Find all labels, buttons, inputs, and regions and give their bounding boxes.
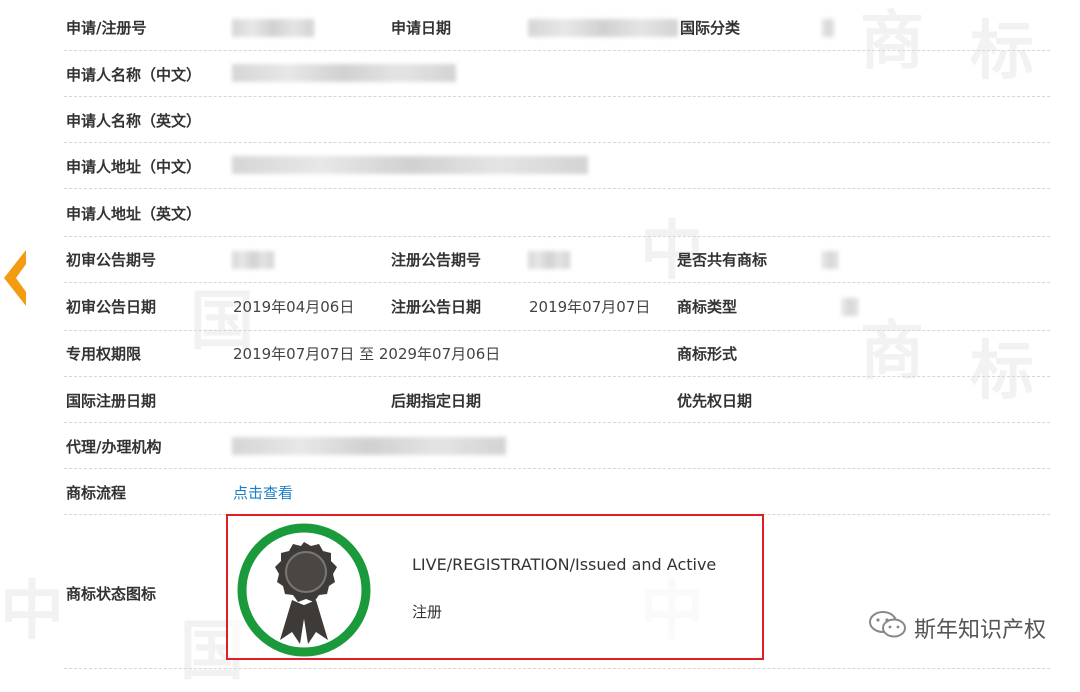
detail-row <box>64 468 1050 515</box>
status-highlight-box: LIVE/REGISTRATION/Issued and Active 注册 <box>226 514 764 660</box>
detail-row <box>64 0 1050 51</box>
watermark-glyph: 中 <box>0 575 64 649</box>
detail-row <box>64 96 1050 143</box>
detail-row <box>64 236 1050 283</box>
status-english: LIVE/REGISTRATION/Issued and Active <box>412 555 717 574</box>
registered-badge-icon <box>236 522 372 658</box>
wechat-icon <box>868 610 908 646</box>
detail-row <box>64 188 1050 237</box>
status-chinese: 注册 <box>412 603 443 621</box>
wechat-account-name: 斯年知识产权 <box>913 618 1046 643</box>
wechat-watermark: 斯年知识产权 <box>868 610 1046 646</box>
back-arrow-icon[interactable] <box>0 246 28 310</box>
detail-row <box>64 282 1050 331</box>
detail-row <box>64 50 1050 97</box>
detail-row <box>64 376 1050 423</box>
detail-row <box>64 422 1050 469</box>
detail-row <box>64 330 1050 377</box>
detail-row <box>64 142 1050 189</box>
